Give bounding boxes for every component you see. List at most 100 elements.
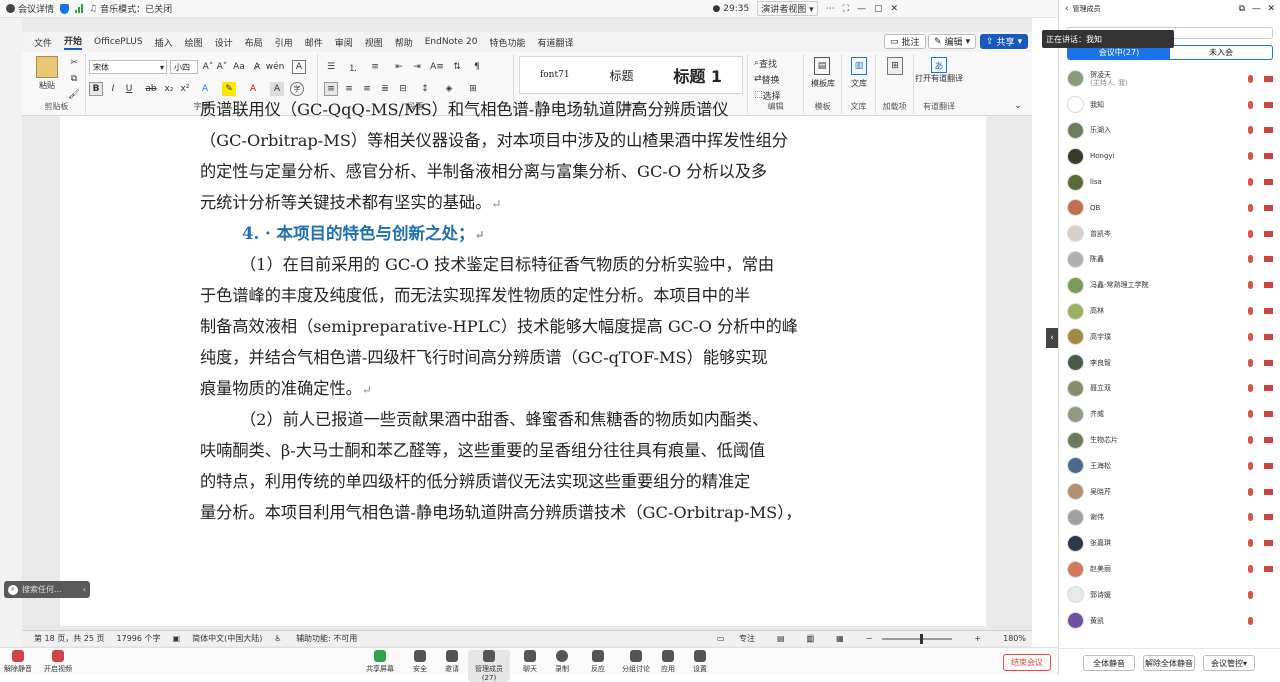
- menu-design[interactable]: 设计: [215, 36, 233, 49]
- translate-icon[interactable]: あ: [931, 57, 947, 73]
- mic-muted-icon[interactable]: [1248, 178, 1253, 187]
- replace-button[interactable]: ⇄ 替换: [754, 73, 802, 86]
- bold-icon[interactable]: B: [89, 82, 103, 96]
- reaction-button[interactable]: 反应: [582, 650, 614, 674]
- minimize-icon[interactable]: —: [857, 4, 866, 14]
- underline-icon[interactable]: U: [122, 82, 136, 96]
- member-row[interactable]: lisa: [1059, 169, 1280, 195]
- security-button[interactable]: 安全: [404, 650, 436, 674]
- unmute-all-button[interactable]: 解除全体静音: [1143, 655, 1195, 671]
- menu-insert[interactable]: 插入: [155, 36, 173, 49]
- menu-mailings[interactable]: 邮件: [305, 36, 323, 49]
- document-page[interactable]: 质谱联用仪（GC-QqQ-MS/MS）和气相色谱-静电场轨道阱高分辨质谱仪 （G…: [60, 100, 986, 626]
- share-screen-button[interactable]: 共享屏幕: [364, 650, 396, 674]
- template-library-icon[interactable]: ▤: [814, 57, 830, 75]
- mic-muted-icon[interactable]: [1248, 100, 1253, 109]
- menu-officeplus[interactable]: OfficePLUS: [94, 37, 143, 47]
- docs-button-label[interactable]: 文库: [842, 78, 876, 89]
- spell-check-icon[interactable]: ▣: [173, 634, 181, 643]
- menu-home[interactable]: 开始: [64, 34, 83, 50]
- camera-off-icon[interactable]: [1264, 462, 1273, 469]
- mute-button[interactable]: 解除静音: [2, 650, 34, 674]
- menu-help[interactable]: 帮助: [395, 36, 413, 49]
- security-shield-icon[interactable]: [60, 3, 70, 14]
- menu-features[interactable]: 特色功能: [489, 36, 525, 49]
- phonetic-icon[interactable]: wén: [266, 60, 285, 74]
- member-row[interactable]: 高林: [1059, 298, 1280, 324]
- docs-library-icon[interactable]: ▥: [851, 57, 867, 75]
- print-layout-icon[interactable]: ▥: [806, 634, 815, 643]
- shrink-font-icon[interactable]: A˅: [216, 60, 228, 74]
- multilevel-list-icon[interactable]: ≡: [368, 60, 382, 74]
- mic-muted-icon[interactable]: [1248, 358, 1253, 367]
- accessibility[interactable]: ♿ 辅助功能: 不可用: [274, 633, 357, 644]
- mute-all-button[interactable]: 全体静音: [1083, 655, 1135, 671]
- camera-off-icon[interactable]: [1264, 411, 1273, 418]
- mic-muted-icon[interactable]: [1248, 461, 1253, 470]
- open-translate-label[interactable]: 打开有道翻译: [914, 74, 964, 83]
- member-row[interactable]: 贺凌天 (主持人, 我): [1059, 66, 1280, 92]
- mic-muted-icon[interactable]: [1248, 513, 1253, 522]
- panel-close-icon[interactable]: ✕: [1267, 4, 1275, 14]
- back-icon[interactable]: ‹: [1065, 4, 1069, 14]
- mic-muted-icon[interactable]: [1248, 384, 1253, 393]
- apps-button[interactable]: 应用: [652, 650, 684, 674]
- camera-off-icon[interactable]: [1264, 308, 1273, 315]
- mic-muted-icon[interactable]: [1248, 539, 1253, 548]
- language[interactable]: 简体中文(中国大陆): [192, 633, 262, 644]
- mic-muted-icon[interactable]: [1248, 436, 1253, 445]
- collapse-panel-button[interactable]: ‹: [1046, 328, 1058, 348]
- numbering-icon[interactable]: ⒈: [346, 60, 360, 74]
- collapse-ribbon-icon[interactable]: ⌄: [1012, 100, 1024, 112]
- member-row[interactable]: 郭诗媛: [1059, 582, 1280, 608]
- settings-button[interactable]: 设置: [684, 650, 716, 674]
- member-row[interactable]: 聂立双: [1059, 376, 1280, 402]
- maximize-icon[interactable]: ▢: [874, 4, 883, 14]
- member-row[interactable]: 王海松: [1059, 453, 1280, 479]
- music-mode[interactable]: ♫ 音乐模式：已关闭: [89, 2, 172, 16]
- zoom-level[interactable]: 180%: [1003, 634, 1026, 643]
- chat-button[interactable]: 聊天: [514, 650, 546, 674]
- camera-off-icon[interactable]: [1264, 488, 1273, 495]
- web-layout-icon[interactable]: ▦: [836, 634, 844, 643]
- chinese-layout-icon[interactable]: A≡: [430, 60, 444, 74]
- menu-draw[interactable]: 绘图: [185, 36, 203, 49]
- signal-icon[interactable]: [75, 4, 84, 13]
- mic-muted-icon[interactable]: [1248, 74, 1253, 83]
- member-row[interactable]: 我知: [1059, 92, 1280, 118]
- mic-muted-icon[interactable]: [1248, 307, 1253, 316]
- menu-review[interactable]: 审阅: [335, 36, 353, 49]
- breakout-button[interactable]: 分组讨论: [618, 650, 654, 674]
- camera-off-icon[interactable]: [1264, 75, 1273, 82]
- comment-button[interactable]: ▭ 批注: [884, 34, 926, 49]
- change-case-icon[interactable]: Aa: [232, 60, 246, 74]
- camera-off-icon[interactable]: [1264, 540, 1273, 547]
- decrease-indent-icon[interactable]: ⇤: [392, 60, 406, 74]
- member-row[interactable]: 齐威: [1059, 401, 1280, 427]
- superscript-icon[interactable]: x²: [178, 82, 192, 96]
- panel-minimize-icon[interactable]: —: [1252, 4, 1261, 14]
- search-pill[interactable]: ⌕ 搜索任何... ‹: [4, 581, 90, 598]
- mic-muted-icon[interactable]: [1248, 565, 1253, 574]
- clear-format-icon[interactable]: A̷: [250, 60, 264, 74]
- menu-layout[interactable]: 布局: [245, 36, 263, 49]
- chevron-left-icon[interactable]: ‹: [83, 585, 86, 594]
- member-row[interactable]: 高宇璞: [1059, 324, 1280, 350]
- menu-view[interactable]: 视图: [365, 36, 383, 49]
- camera-off-icon[interactable]: [1264, 333, 1273, 340]
- document-body[interactable]: 质谱联用仪（GC-QqQ-MS/MS）和气相色谱-静电场轨道阱高分辨质谱仪 （G…: [200, 100, 846, 528]
- grow-font-icon[interactable]: A˄: [202, 60, 214, 74]
- record-button[interactable]: 录制: [546, 650, 578, 674]
- camera-off-icon[interactable]: [1264, 282, 1273, 289]
- camera-off-icon[interactable]: [1264, 256, 1273, 263]
- show-marks-icon[interactable]: ¶: [470, 60, 484, 74]
- camera-off-icon[interactable]: [1264, 437, 1273, 444]
- camera-off-icon[interactable]: [1264, 127, 1273, 134]
- bullets-icon[interactable]: ☰: [324, 60, 338, 74]
- mic-muted-icon[interactable]: [1248, 332, 1253, 341]
- template-library-label[interactable]: 模板库: [804, 78, 842, 89]
- tab-not-joined[interactable]: 未入会: [1170, 46, 1272, 59]
- paste-icon[interactable]: [36, 56, 58, 78]
- more-icon[interactable]: ⋯: [826, 4, 835, 14]
- camera-off-icon[interactable]: [1264, 566, 1273, 573]
